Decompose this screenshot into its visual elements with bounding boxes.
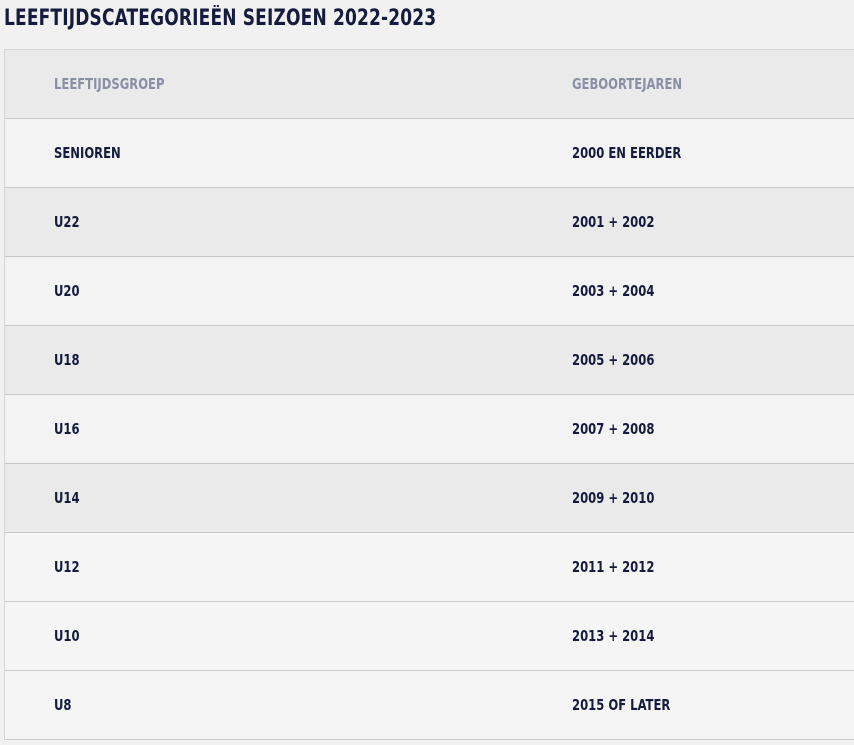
birth-years-cell: 2009 + 2010: [572, 489, 655, 507]
age-group-cell: U20: [54, 282, 80, 300]
birth-years-cell: 2003 + 2004: [572, 282, 655, 300]
age-group-cell: U8: [54, 696, 72, 714]
age-group-cell: U10: [54, 627, 80, 645]
age-group-cell: U18: [54, 351, 80, 369]
table-row: U10 2013 + 2014: [5, 602, 854, 671]
birth-years-cell: 2005 + 2006: [572, 351, 655, 369]
column-header-birth-years: GEBOORTEJAREN: [572, 75, 683, 93]
table-row: U8 2015 OF LATER: [5, 671, 854, 740]
page-title: LEEFTIJDSCATEGORIEËN SEIZOEN 2022-2023: [4, 6, 437, 31]
table-row: SENIOREN 2000 EN EERDER: [5, 119, 854, 188]
birth-years-cell: 2007 + 2008: [572, 420, 655, 438]
table-header-row: LEEFTIJDSGROEP GEBOORTEJAREN: [5, 50, 854, 119]
age-group-cell: SENIOREN: [54, 144, 121, 162]
birth-years-cell: 2015 OF LATER: [572, 696, 671, 714]
table-row: U20 2003 + 2004: [5, 257, 854, 326]
table-row: U14 2009 + 2010: [5, 464, 854, 533]
birth-years-cell: 2000 EN EERDER: [572, 144, 682, 162]
table-row: U18 2005 + 2006: [5, 326, 854, 395]
birth-years-cell: 2011 + 2012: [572, 558, 655, 576]
column-header-age-group: LEEFTIJDSGROEP: [54, 75, 165, 93]
table-row: U22 2001 + 2002: [5, 188, 854, 257]
age-group-cell: U22: [54, 213, 80, 231]
age-group-cell: U16: [54, 420, 80, 438]
table-row: U12 2011 + 2012: [5, 533, 854, 602]
age-category-table: LEEFTIJDSGROEP GEBOORTEJAREN SENIOREN 20…: [4, 49, 854, 740]
birth-years-cell: 2001 + 2002: [572, 213, 655, 231]
table-row: U16 2007 + 2008: [5, 395, 854, 464]
age-group-cell: U14: [54, 489, 80, 507]
birth-years-cell: 2013 + 2014: [572, 627, 655, 645]
age-group-cell: U12: [54, 558, 80, 576]
